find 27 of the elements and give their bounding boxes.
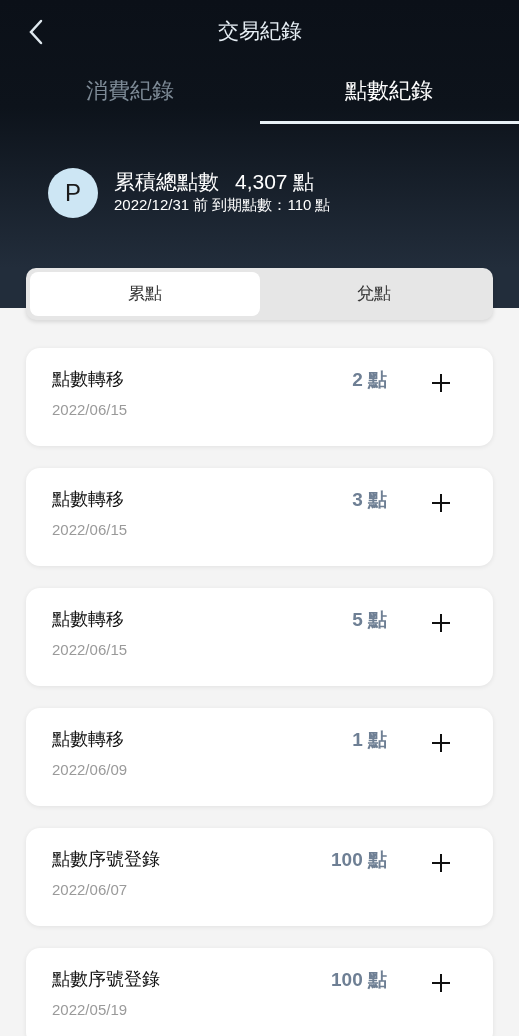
record-date: 2022/06/09 [52, 760, 129, 780]
record-title: 點數序號登錄 [52, 848, 161, 871]
record-date: 2022/06/15 [52, 640, 129, 660]
segment-tab[interactable]: 兌點 [259, 272, 489, 316]
expiry-text: 2022/12/31 前 到期點數：110 點 [114, 195, 331, 216]
points-amount: 100 點 [331, 848, 387, 872]
points-amount: 2 點 [352, 368, 387, 392]
tab[interactable]: 點數紀錄 [259, 64, 519, 124]
points-amount: 5 點 [352, 608, 387, 632]
record-date: 2022/06/15 [52, 400, 129, 420]
record-title: 點數轉移 [52, 488, 125, 511]
points-badge: P [48, 168, 98, 218]
total-points-value: 4,307 點 [235, 169, 315, 195]
record-title: 點數轉移 [52, 728, 125, 751]
tab[interactable]: 消費紀錄 [0, 64, 260, 124]
points-amount: 3 點 [352, 488, 387, 512]
record-date: 2022/06/07 [52, 880, 129, 900]
page-title: 交易紀錄 [217, 18, 302, 45]
points-amount: 100 點 [331, 968, 387, 992]
segment-tab[interactable]: 累點 [30, 272, 260, 316]
points-amount: 1 點 [352, 728, 387, 752]
record-date: 2022/05/19 [52, 1000, 129, 1020]
record-title: 點數轉移 [52, 608, 125, 631]
total-points-label: 累積總點數 [114, 169, 219, 195]
record-title: 點數序號登錄 [52, 968, 161, 991]
record-date: 2022/06/15 [52, 520, 129, 540]
record-title: 點數轉移 [52, 368, 125, 391]
